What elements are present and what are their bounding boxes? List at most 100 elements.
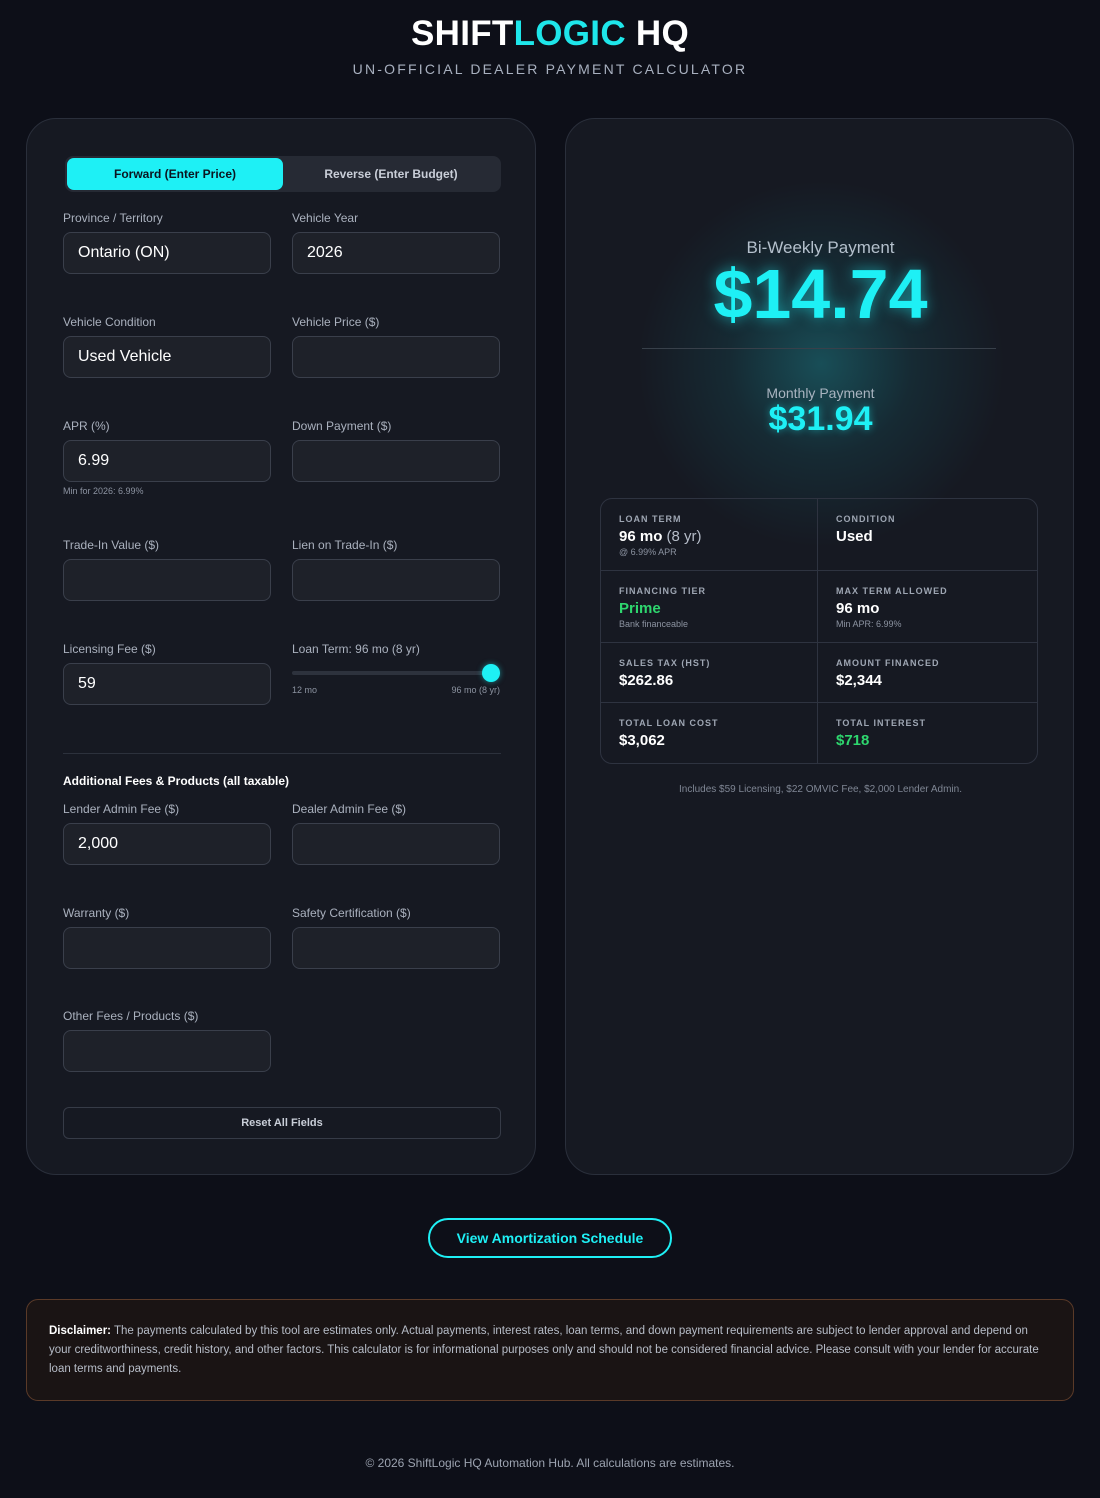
loan-term-value: 96 mo: [619, 528, 663, 545]
apr-input[interactable]: 6.99: [63, 440, 271, 482]
stat-total-interest: TOTAL INTEREST $718: [818, 703, 1037, 763]
safety-field: Safety Certification ($): [292, 906, 500, 969]
stat-value: 96 mo: [836, 600, 880, 617]
brand-title: SHIFTLOGIC HQ: [0, 14, 1100, 54]
stat-value: $3,062: [619, 732, 665, 749]
results-divider: [642, 348, 996, 349]
safety-label: Safety Certification ($): [292, 906, 411, 920]
year-field: Vehicle Year 2026: [292, 211, 500, 274]
licensing-field: Licensing Fee ($) 59: [63, 642, 271, 705]
loan-term-slider-thumb[interactable]: [482, 664, 500, 682]
loan-term-track[interactable]: [292, 664, 500, 682]
stat-max-term: MAX TERM ALLOWED 96 mo Min APR: 6.99%: [818, 571, 1037, 643]
other-fees-input[interactable]: [63, 1030, 271, 1072]
stat-label: AMOUNT FINANCED: [836, 658, 940, 668]
warranty-label: Warranty ($): [63, 906, 130, 920]
stat-value: $2,344: [836, 672, 882, 689]
stat-condition: CONDITION Used: [818, 499, 1037, 571]
stat-total-cost: TOTAL LOAN COST $3,062: [601, 703, 818, 763]
calculator-form-panel: Forward (Enter Price) Reverse (Enter Bud…: [26, 118, 536, 1175]
price-label: Vehicle Price ($): [292, 315, 380, 329]
monthly-amount: $31.94: [768, 400, 873, 438]
stat-sub: Bank financeable: [619, 619, 689, 629]
stat-label: TOTAL LOAN COST: [619, 718, 719, 728]
down-payment-input[interactable]: [292, 440, 500, 482]
page-header: SHIFTLOGIC HQ UN-OFFICIAL DEALER PAYMENT…: [0, 14, 1100, 77]
safety-input[interactable]: [292, 927, 500, 969]
stats-grid: LOAN TERM 96 mo (8 yr) @ 6.99% APR CONDI…: [600, 498, 1038, 764]
trade-in-input[interactable]: [63, 559, 271, 601]
stat-label: LOAN TERM: [619, 514, 682, 524]
loan-term-label: Loan Term: 96 mo (8 yr): [292, 642, 420, 656]
stat-sub: @ 6.99% APR: [619, 547, 677, 557]
down-payment-field: Down Payment ($): [292, 419, 500, 482]
section-divider: [63, 753, 501, 754]
province-field: Province / Territory Ontario (ON): [63, 211, 271, 274]
lien-label: Lien on Trade-In ($): [292, 538, 398, 552]
forward-mode-button[interactable]: Forward (Enter Price): [67, 158, 283, 190]
stat-amount-financed: AMOUNT FINANCED $2,344: [818, 643, 1037, 703]
monthly-label: Monthly Payment: [766, 385, 875, 401]
warranty-field: Warranty ($): [63, 906, 271, 969]
stat-label: SALES TAX (HST): [619, 658, 711, 668]
page-subtitle: UN-OFFICIAL DEALER PAYMENT CALCULATOR: [352, 61, 748, 77]
trade-in-field: Trade-In Value ($): [63, 538, 271, 601]
mode-toggle: Forward (Enter Price) Reverse (Enter Bud…: [65, 156, 501, 192]
stat-loan-term: LOAN TERM 96 mo (8 yr) @ 6.99% APR: [601, 499, 818, 571]
stat-label: CONDITION: [836, 514, 896, 524]
lien-field: Lien on Trade-In ($): [292, 538, 500, 601]
slider-min-label: 12 mo: [292, 685, 318, 695]
condition-field: Vehicle Condition Used Vehicle: [63, 315, 271, 378]
trade-in-label: Trade-In Value ($): [63, 538, 160, 552]
lien-input[interactable]: [292, 559, 500, 601]
dealer-admin-field: Dealer Admin Fee ($): [292, 802, 500, 865]
stat-sub: Min APR: 6.99%: [836, 619, 902, 629]
additional-fees-title: Additional Fees & Products (all taxable): [63, 774, 290, 788]
stat-value: $718: [836, 732, 870, 749]
down-payment-label: Down Payment ($): [292, 419, 392, 433]
other-fees-field: Other Fees / Products ($): [63, 1009, 271, 1072]
price-field: Vehicle Price ($): [292, 315, 500, 378]
payment-glow: [636, 179, 1006, 549]
page-footer: © 2026 ShiftLogic HQ Automation Hub. All…: [365, 1456, 735, 1470]
disclaimer-box: Disclaimer: The payments calculated by t…: [26, 1299, 1074, 1401]
licensing-input[interactable]: 59: [63, 663, 271, 705]
province-label: Province / Territory: [63, 211, 163, 225]
year-label: Vehicle Year: [292, 211, 359, 225]
loan-term-years: (8 yr): [662, 528, 702, 545]
lender-admin-field: Lender Admin Fee ($) 2,000: [63, 802, 271, 865]
lender-admin-input[interactable]: 2,000: [63, 823, 271, 865]
loan-term-slider-group: Loan Term: 96 mo (8 yr) 12 mo 96 mo (8 y…: [292, 642, 500, 695]
brand-part-hq: HQ: [625, 14, 690, 53]
disclaimer-text: The payments calculated by this tool are…: [49, 1325, 1039, 1375]
lender-admin-label: Lender Admin Fee ($): [63, 802, 180, 816]
reverse-mode-button[interactable]: Reverse (Enter Budget): [283, 158, 499, 190]
brand-part-shift: SHIFT: [410, 14, 514, 53]
stat-label: MAX TERM ALLOWED: [836, 586, 948, 596]
price-input[interactable]: [292, 336, 500, 378]
fees-footnote: Includes $59 Licensing, $22 OMVIC Fee, $…: [679, 784, 962, 795]
other-fees-label: Other Fees / Products ($): [63, 1009, 199, 1023]
condition-select[interactable]: Used Vehicle: [63, 336, 271, 378]
stat-value: Used: [836, 528, 873, 545]
apr-label: APR (%): [63, 419, 110, 433]
stat-value: $262.86: [619, 672, 674, 689]
stat-label: FINANCING TIER: [619, 586, 706, 596]
year-select[interactable]: 2026: [292, 232, 500, 274]
province-select[interactable]: Ontario (ON): [63, 232, 271, 274]
reset-button[interactable]: Reset All Fields: [63, 1107, 501, 1139]
biweekly-amount: $14.74: [713, 255, 928, 333]
stat-value: 96 mo (8 yr): [619, 528, 799, 545]
apr-field: APR (%) 6.99 Min for 2026: 6.99%: [63, 419, 271, 496]
amortization-schedule-button[interactable]: View Amortization Schedule: [428, 1218, 672, 1258]
brand-part-logic: LOGIC: [513, 14, 626, 53]
stat-label: TOTAL INTEREST: [836, 718, 927, 728]
stat-sales-tax: SALES TAX (HST) $262.86: [601, 643, 818, 703]
apr-hint: Min for 2026: 6.99%: [63, 486, 144, 496]
licensing-label: Licensing Fee ($): [63, 642, 156, 656]
stat-value: Prime: [619, 600, 661, 617]
warranty-input[interactable]: [63, 927, 271, 969]
dealer-admin-input[interactable]: [292, 823, 500, 865]
stat-financing-tier: FINANCING TIER Prime Bank financeable: [601, 571, 818, 643]
condition-label: Vehicle Condition: [63, 315, 156, 329]
